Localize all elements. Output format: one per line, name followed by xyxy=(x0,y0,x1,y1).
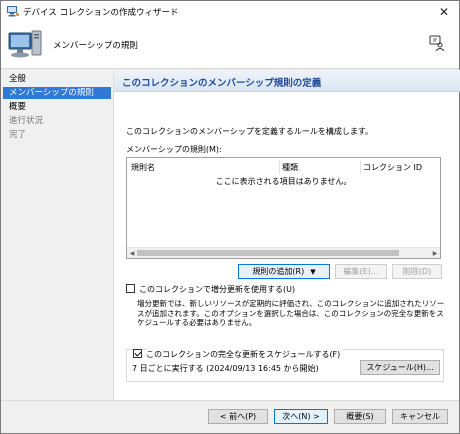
delete-button[interactable]: 削除(D) xyxy=(392,264,442,279)
close-button[interactable]: ✕ xyxy=(429,1,459,23)
nav-item-summary[interactable]: 概要 xyxy=(3,101,111,113)
rules-list-label: メンバーシップの規則(M): xyxy=(126,145,222,154)
full-update-schedule-checkbox[interactable] xyxy=(133,349,142,358)
column-header-rule-name[interactable]: 規則名 xyxy=(131,162,155,173)
page-title: このコレクションのメンバーシップ規則の定義 xyxy=(122,78,322,89)
nav-item-completion: 完了 xyxy=(9,130,27,140)
nav-item-general[interactable]: 全般 xyxy=(3,73,111,85)
add-rule-button[interactable]: 規則の追加(R) ▼ xyxy=(238,264,330,279)
incremental-update-note: 増分更新では、新しいリソースが定期的に評価され、このコレクションに追加されたリソ… xyxy=(137,299,445,327)
header-title: メンバーシップの規則 xyxy=(53,41,138,51)
column-header-collection-id[interactable]: コレクション ID xyxy=(363,162,422,173)
computer-icon xyxy=(8,30,42,58)
summary-button[interactable]: 概要(S) xyxy=(334,409,386,424)
column-divider[interactable] xyxy=(279,160,280,174)
back-button[interactable]: < 前へ(P) xyxy=(208,409,268,424)
cancel-button[interactable]: キャンセル xyxy=(392,409,448,424)
wizard-header: メンバーシップの規則 xyxy=(1,23,459,69)
main-panel: このコレクションのメンバーシップ規則の定義 このコレクションのメンバーシップを定… xyxy=(113,70,460,400)
rules-list[interactable]: 規則名 種類 コレクション ID ここに表示される項目はありません。 ◀ ▶ xyxy=(126,157,441,259)
wizard-window: デバイス コレクションの作成ウィザード ✕ メンバーシップの規則 全般 メンバー… xyxy=(0,0,460,434)
wizard-nav: 全般 メンバーシップの規則 概要 進行状況 完了 xyxy=(1,70,113,400)
horizontal-scrollbar[interactable]: ◀ ▶ xyxy=(127,247,440,258)
nav-item-membership-rules[interactable]: メンバーシップの規則 xyxy=(3,87,111,99)
dropdown-arrow-icon: ▼ xyxy=(310,267,316,276)
scroll-right-icon[interactable]: ▶ xyxy=(430,248,440,259)
page-banner: このコレクションのメンバーシップ規則の定義 xyxy=(114,70,460,92)
device-collection-icon xyxy=(7,6,19,17)
schedule-button[interactable]: スケジュール(H)... xyxy=(360,360,440,375)
close-icon: ✕ xyxy=(438,5,450,19)
edit-button[interactable]: 編集(E)... xyxy=(335,264,387,279)
footer-divider xyxy=(1,400,459,401)
help-person-icon[interactable] xyxy=(429,35,445,51)
title-bar: デバイス コレクションの作成ウィザード ✕ xyxy=(1,1,459,23)
column-header-type[interactable]: 種類 xyxy=(282,162,298,173)
full-update-schedule-label[interactable]: このコレクションの完全な更新をスケジュールする(F) xyxy=(146,349,344,360)
add-rule-label: 規則の追加(R) xyxy=(252,267,305,276)
schedule-description: 7 日ごとに実行する (2024/09/13 16:45 から開始) xyxy=(132,364,319,373)
page-description: このコレクションのメンバーシップを定義するルールを構成します。 xyxy=(126,127,374,136)
empty-list-message: ここに表示される項目はありません。 xyxy=(215,177,352,186)
incremental-update-checkbox[interactable] xyxy=(126,284,135,293)
next-button[interactable]: 次へ(N) > xyxy=(274,409,328,424)
scrollbar-thumb[interactable] xyxy=(137,250,399,256)
incremental-update-label[interactable]: このコレクションで増分更新を使用する(U) xyxy=(139,284,295,295)
window-title: デバイス コレクションの作成ウィザード xyxy=(23,8,179,18)
nav-item-progress: 進行状況 xyxy=(9,116,44,126)
scroll-left-icon[interactable]: ◀ xyxy=(127,248,137,259)
column-divider[interactable] xyxy=(360,160,361,174)
